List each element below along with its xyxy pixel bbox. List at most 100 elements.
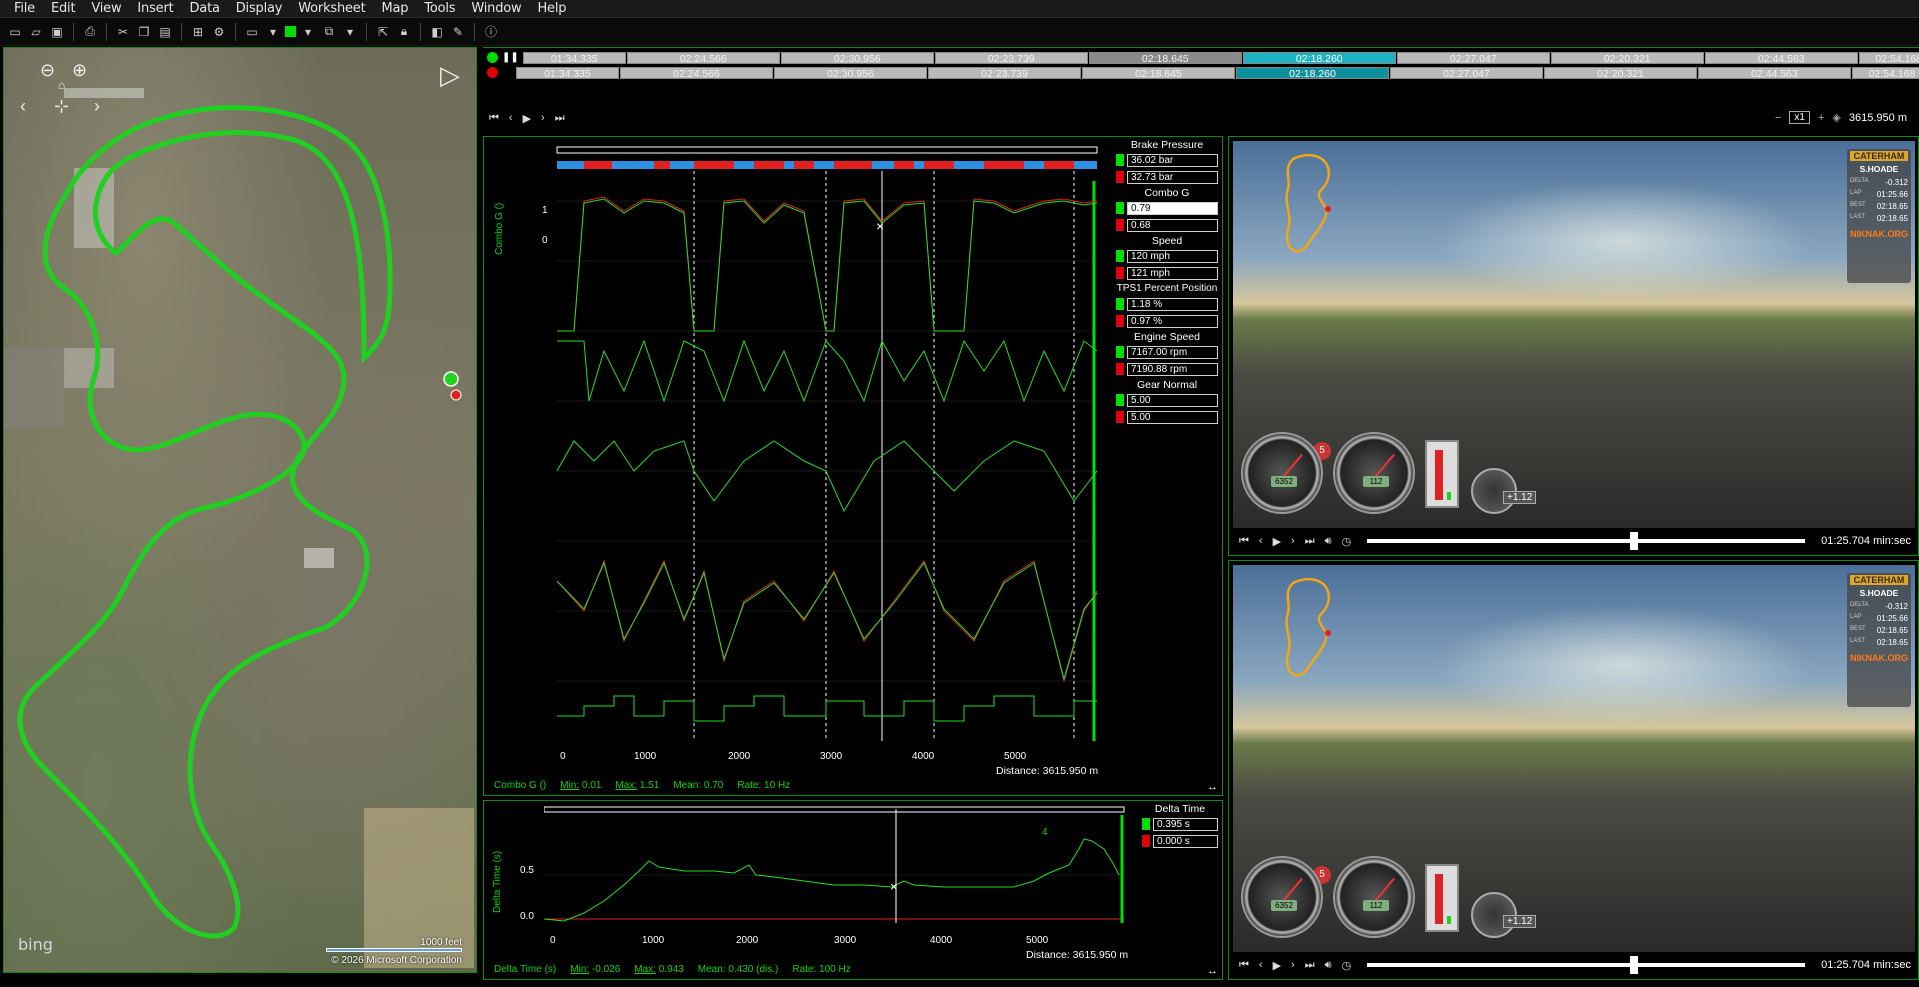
lap-cell[interactable]: 02:44.563 [1704, 51, 1858, 65]
menu-data[interactable]: Data [182, 1, 228, 16]
skip-start-icon[interactable]: ⏮ [1239, 959, 1249, 972]
zoom-out-icon[interactable]: ⊖ [40, 60, 55, 81]
pen-icon[interactable]: ✎ [449, 23, 467, 41]
lap-cell[interactable]: 02:30.956 [780, 51, 934, 65]
dropdown-icon[interactable]: ▾ [264, 23, 282, 41]
info-icon[interactable]: ⓘ [482, 23, 500, 41]
print-icon[interactable]: ⎙ [81, 23, 99, 41]
video-panel-1[interactable]: CATERHAM S.HOADE DELTA -0.312 LAP 01:25.66… [1228, 136, 1919, 556]
menu-view[interactable]: View [83, 1, 129, 16]
zoom-level[interactable]: x1 [1789, 111, 1810, 124]
delta-plot[interactable]: × [544, 805, 1134, 925]
lap-cell[interactable]: 02:27.047 [1390, 66, 1543, 80]
marker-icon[interactable]: ◈ [1832, 111, 1840, 124]
lap-cell[interactable]: 02:44.563 [1698, 66, 1851, 80]
data-settings-icon[interactable]: ⚙ [210, 23, 228, 41]
lap-cell[interactable]: 02:24.566 [620, 66, 773, 80]
video-panel-2[interactable]: CATERHAM S.HOADE DELTA -0.312 LAP 01:25.66… [1228, 560, 1919, 980]
lap-cell-selected[interactable]: 02:18.260 [1236, 66, 1389, 80]
step-back-icon[interactable]: ‹ [509, 112, 513, 125]
delta-time-panel[interactable]: Delta Time (s) 0.5 0.0 × 4 0 1000 2000 3… [483, 800, 1223, 980]
skip-end-icon[interactable]: ⏭ [555, 112, 565, 125]
play-icon[interactable]: ▶ [1273, 535, 1281, 548]
pan-left-icon[interactable]: ‹ [20, 96, 26, 117]
lap-cell[interactable]: 02:20.321 [1544, 66, 1697, 80]
lap-cell[interactable]: 02:20.321 [1550, 51, 1704, 65]
dropdown-icon[interactable]: ▾ [299, 23, 317, 41]
menu-worksheet[interactable]: Worksheet [290, 1, 373, 16]
hud-site: NIKNAK.ORG [1850, 653, 1908, 663]
play-icon[interactable]: ▶ [1273, 959, 1281, 972]
display-icon[interactable]: ▭ [243, 23, 261, 41]
step-back-icon[interactable]: ‹ [1259, 535, 1263, 547]
menu-help[interactable]: Help [529, 1, 574, 16]
volume-icon[interactable]: 🔊︎ [1325, 959, 1332, 972]
zoom-minus-icon[interactable]: − [1775, 112, 1781, 124]
open-folder-icon[interactable]: ▱ [27, 23, 45, 41]
lap-cell[interactable]: 01:34.335 [522, 51, 626, 65]
new-file-icon[interactable]: ▭ [6, 23, 24, 41]
lap-cell[interactable]: 02:54.168 [1858, 51, 1919, 65]
copy-icon[interactable]: ❐ [135, 23, 153, 41]
lap-cell[interactable]: 02:18.645 [1088, 51, 1242, 65]
menu-insert[interactable]: Insert [129, 1, 181, 16]
lock-icon[interactable]: 🔒︎ [395, 23, 413, 41]
save-icon[interactable]: ▣ [48, 23, 66, 41]
resize-handle-icon[interactable]: ↔ [1207, 781, 1218, 793]
menu-file[interactable]: File [6, 1, 43, 16]
paste-icon[interactable]: ▤ [156, 23, 174, 41]
home-icon[interactable]: ⌂ [58, 78, 65, 92]
sidebar-icon[interactable]: ◧ [428, 23, 446, 41]
resize-handle-icon[interactable]: ↔ [1207, 965, 1218, 977]
skip-start-icon[interactable]: ⏮ [489, 112, 499, 125]
lap-cell[interactable]: 02:24.566 [626, 51, 780, 65]
skip-start-icon[interactable]: ⏮ [1239, 535, 1249, 548]
clock-icon[interactable]: ◷ [1342, 959, 1352, 972]
map-copyright: © 2026 Microsoft Corporation [331, 955, 462, 966]
skip-end-icon[interactable]: ⏭ [1305, 535, 1315, 548]
skip-end-icon[interactable]: ⏭ [1305, 959, 1315, 972]
step-forward-icon[interactable]: › [1291, 959, 1295, 971]
channel-name: Speed [1151, 235, 1183, 247]
lap-cell-selected[interactable]: 02:18.260 [1242, 51, 1396, 65]
channel-color-icon[interactable] [285, 26, 296, 37]
data-open-icon[interactable]: ⊞ [189, 23, 207, 41]
lap-cell[interactable]: 01:34.335 [516, 66, 619, 80]
menu-display[interactable]: Display [228, 1, 291, 16]
lap-cell[interactable]: 02:23.739 [928, 66, 1081, 80]
step-forward-icon[interactable]: › [541, 112, 545, 125]
lap-cell[interactable]: 02:30.956 [774, 66, 927, 80]
step-forward-icon[interactable]: › [1291, 535, 1295, 547]
step-back-icon[interactable]: ‹ [1259, 959, 1263, 971]
pause-icon[interactable]: ❚❚ [502, 52, 519, 63]
pan-right-icon[interactable]: › [94, 96, 100, 117]
video-scrubber[interactable] [1367, 956, 1806, 974]
lap-cell[interactable]: 02:54.168 [1852, 66, 1919, 80]
graph-plot[interactable]: × [544, 141, 1104, 751]
channel-graph-panel[interactable]: Combo G () 1 0 × 0 1000 2000 3000 4000 5… [483, 136, 1223, 796]
volume-icon[interactable]: 🔊︎ [1325, 535, 1332, 548]
zoom-plus-icon[interactable]: + [1818, 112, 1824, 124]
clock-icon[interactable]: ◷ [1342, 535, 1352, 548]
cut-icon[interactable]: ✂ [114, 23, 132, 41]
lap-cell[interactable]: 02:27.047 [1396, 51, 1550, 65]
play-map-icon[interactable]: ▷ [440, 60, 460, 91]
export-icon[interactable]: ⇱ [374, 23, 392, 41]
toolbar-divider [106, 22, 107, 41]
recenter-icon[interactable]: ⊹ [54, 96, 69, 117]
onboard-video[interactable]: CATERHAM S.HOADE DELTA -0.312 LAP 01:25.66… [1233, 565, 1915, 952]
lap-cell[interactable]: 02:23.739 [934, 51, 1088, 65]
menu-map[interactable]: Map [374, 1, 417, 16]
video-scrubber[interactable] [1367, 532, 1806, 550]
menu-tools[interactable]: Tools [416, 1, 463, 16]
map-panel[interactable]: ⊖ ⊕ ⌂ ‹ ⊹ › ▷ bing 1000 feet © 2026 Micr… [3, 47, 477, 973]
play-icon[interactable]: ▶ [523, 112, 531, 125]
layers-icon[interactable]: ⧉ [320, 23, 338, 41]
zoom-in-icon[interactable]: ⊕ [72, 60, 87, 81]
hud-site: NIKNAK.ORG [1850, 229, 1908, 239]
dropdown-icon[interactable]: ▾ [341, 23, 359, 41]
menu-window[interactable]: Window [463, 1, 529, 16]
lap-cell[interactable]: 02:18.645 [1082, 66, 1235, 80]
menu-edit[interactable]: Edit [43, 1, 83, 16]
onboard-video[interactable]: CATERHAM S.HOADE DELTA -0.312 LAP 01:25.66… [1233, 141, 1915, 528]
